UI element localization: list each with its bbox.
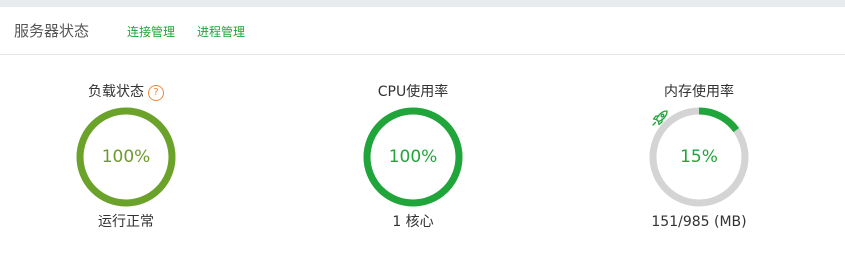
memory-gauge[interactable]: 15% [649, 107, 749, 207]
cpu-usage-title: CPU使用率 [377, 84, 449, 100]
rocket-icon[interactable] [649, 107, 671, 129]
memory-usage-title: 内存使用率 [664, 84, 734, 100]
cpu-gauge[interactable]: 100% [363, 107, 463, 207]
process-management-link[interactable]: 进程管理 [197, 24, 245, 40]
memory-usage-caption: 151/985 (MB) [651, 214, 747, 230]
load-gauge[interactable]: 100% [76, 107, 176, 207]
load-status-card: 负载状态? 100% 运行正常 [26, 56, 226, 255]
load-status-caption: 运行正常 [98, 214, 154, 230]
connection-management-link[interactable]: 连接管理 [127, 24, 175, 40]
top-strip [0, 0, 845, 7]
cpu-usage-card: CPU使用率 100% 1 核心 [313, 56, 513, 255]
memory-gauge-value: 15% [680, 147, 718, 167]
load-status-label: 负载状态 [88, 84, 144, 100]
cpu-gauge-value: 100% [388, 147, 438, 167]
panel-header: 服务器状态 连接管理 进程管理 [0, 7, 845, 55]
memory-usage-card: 内存使用率 15% 151/985 (MB) [599, 56, 799, 255]
load-status-title: 负载状态? [26, 83, 226, 101]
panel-title: 服务器状态 [14, 22, 90, 40]
cpu-cores-caption: 1 核心 [392, 214, 434, 230]
load-gauge-value: 100% [101, 147, 151, 167]
question-circle-icon[interactable]: ? [148, 85, 164, 101]
